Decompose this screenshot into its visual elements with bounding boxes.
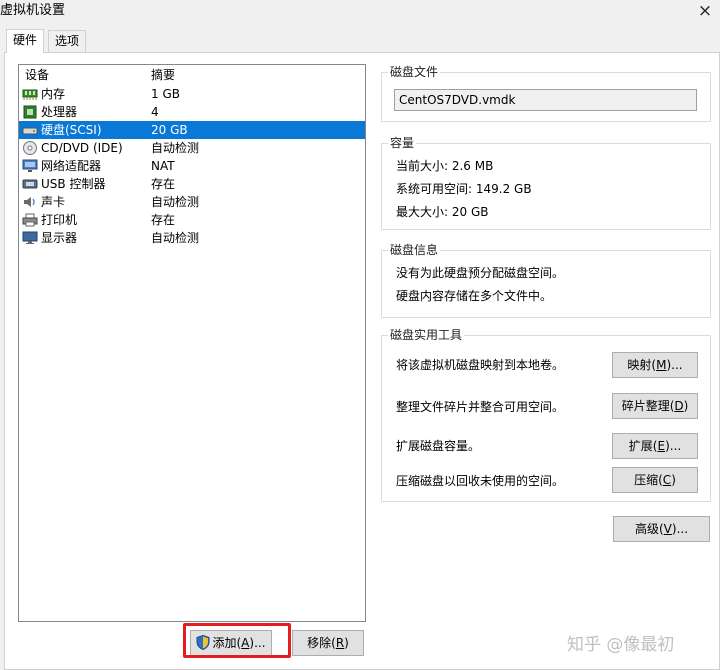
remove-button-label: 移除(	[307, 636, 336, 650]
disk-info-group: 磁盘信息 没有为此硬盘预分配磁盘空间。 硬盘内容存储在多个文件中。	[381, 242, 711, 318]
capacity-group: 容量 当前大小: 2.6 MB 系统可用空间: 149.2 GB 最大大小: 2…	[381, 135, 711, 230]
tab-hardware[interactable]: 硬件	[6, 29, 45, 53]
advanced-button[interactable]: 高级(V)...	[613, 516, 710, 542]
display-icon	[22, 231, 38, 245]
device-summary: 自动检测	[151, 231, 200, 245]
expand-button[interactable]: 扩展(E)...	[612, 433, 698, 459]
disk-utilities-title: 磁盘实用工具	[388, 327, 465, 343]
advanced-button-label-suffix: )...	[671, 522, 689, 536]
processor-icon	[22, 105, 38, 119]
capacity-title: 容量	[388, 135, 417, 151]
disk-utilities-group: 磁盘实用工具 将该虚拟机磁盘映射到本地卷。 映射(M)... 整理文件碎片并整合…	[381, 327, 711, 502]
device-row-printer[interactable]: 打印机 存在	[19, 211, 365, 229]
map-button-access-key: M	[656, 358, 667, 372]
device-name: 处理器	[41, 105, 78, 119]
column-header-summary[interactable]: 摘要	[151, 65, 175, 85]
device-row-network-adapter[interactable]: 网络适配器 NAT	[19, 157, 365, 175]
device-row-sound-card[interactable]: 声卡 自动检测	[19, 193, 365, 211]
remove-button-access-key: R	[335, 636, 345, 650]
device-summary: 4	[151, 105, 159, 119]
device-list: 设备 摘要 内存 1 GB 处理器 4 硬盘(SCSI) 20 GB CD/DV…	[18, 64, 366, 622]
compact-button-label-suffix: )	[671, 473, 676, 487]
expand-button-label-suffix: )...	[665, 439, 682, 453]
device-summary: 存在	[151, 213, 176, 227]
device-row-display[interactable]: 显示器 自动检测	[19, 229, 365, 247]
device-name: 网络适配器	[41, 159, 102, 173]
compact-description: 压缩磁盘以回收未使用的空间。	[396, 474, 565, 488]
map-button-label-suffix: )...	[666, 358, 683, 372]
device-row-hard-disk[interactable]: 硬盘(SCSI) 20 GB	[19, 121, 365, 139]
window-title: 虚拟机设置	[0, 3, 66, 18]
disk-file-title: 磁盘文件	[388, 64, 441, 80]
current-size: 当前大小: 2.6 MB	[396, 159, 494, 173]
device-name: 硬盘(SCSI)	[41, 123, 102, 137]
network-adapter-icon	[22, 159, 38, 173]
compact-button-access-key: C	[662, 473, 672, 487]
device-list-header: 设备 摘要	[19, 65, 365, 85]
advanced-button-label: 高级(	[634, 522, 664, 536]
device-summary: NAT	[151, 159, 175, 173]
expand-button-access-key: E	[657, 439, 666, 453]
device-name: 内存	[41, 87, 66, 101]
device-name: 声卡	[41, 195, 66, 209]
max-size: 最大大小: 20 GB	[396, 205, 489, 219]
add-button-highlight	[183, 623, 291, 658]
memory-icon	[22, 87, 38, 101]
device-summary: 1 GB	[151, 87, 180, 101]
device-row-cd-dvd[interactable]: CD/DVD (IDE) 自动检测	[19, 139, 365, 157]
usb-controller-icon	[22, 177, 38, 191]
cd-dvd-icon	[22, 141, 38, 155]
compact-button-label: 压缩(	[634, 473, 663, 487]
remove-button-label-suffix: )	[344, 636, 349, 650]
device-row-processor[interactable]: 处理器 4	[19, 103, 365, 121]
map-description: 将该虚拟机磁盘映射到本地卷。	[396, 358, 565, 372]
expand-button-label: 扩展(	[628, 439, 658, 453]
remove-button[interactable]: 移除(R)	[292, 630, 364, 656]
advanced-button-access-key: V	[663, 522, 672, 536]
map-button[interactable]: 映射(M)...	[612, 352, 698, 378]
compact-button[interactable]: 压缩(C)	[612, 467, 698, 493]
device-name: CD/DVD (IDE)	[41, 141, 123, 155]
device-summary: 20 GB	[151, 123, 188, 137]
defragment-button-access-key: D	[674, 399, 684, 413]
system-available-space: 系统可用空间: 149.2 GB	[396, 182, 532, 196]
disk-file-group: 磁盘文件 CentOS7DVD.vmdk	[381, 64, 711, 122]
device-name: 打印机	[41, 213, 78, 227]
column-header-device[interactable]: 设备	[25, 65, 49, 85]
printer-icon	[22, 213, 38, 227]
disk-info-line-2: 硬盘内容存储在多个文件中。	[396, 289, 553, 303]
defragment-description: 整理文件碎片并整合可用空间。	[396, 400, 565, 414]
device-row-memory[interactable]: 内存 1 GB	[19, 85, 365, 103]
watermark: 知乎 @像最初	[567, 635, 675, 655]
disk-file-field[interactable]: CentOS7DVD.vmdk	[394, 89, 697, 111]
device-name: USB 控制器	[41, 177, 106, 191]
disk-info-title: 磁盘信息	[388, 242, 441, 258]
sound-card-icon	[22, 195, 38, 209]
hard-disk-icon	[22, 123, 38, 137]
defragment-button-label-suffix: )	[683, 399, 689, 413]
defragment-button[interactable]: 碎片整理(D)	[612, 393, 698, 419]
device-summary: 自动检测	[151, 195, 200, 209]
device-name: 显示器	[41, 231, 78, 245]
expand-description: 扩展磁盘容量。	[396, 439, 481, 453]
tab-options[interactable]: 选项	[48, 30, 87, 52]
device-row-usb-controller[interactable]: USB 控制器 存在	[19, 175, 365, 193]
device-summary: 自动检测	[151, 141, 200, 155]
close-icon[interactable]: ×	[690, 0, 720, 22]
disk-info-line-1: 没有为此硬盘预分配磁盘空间。	[396, 266, 565, 280]
defragment-button-label: 碎片整理(	[621, 399, 675, 413]
map-button-label: 映射(	[627, 358, 657, 372]
device-summary: 存在	[151, 177, 176, 191]
